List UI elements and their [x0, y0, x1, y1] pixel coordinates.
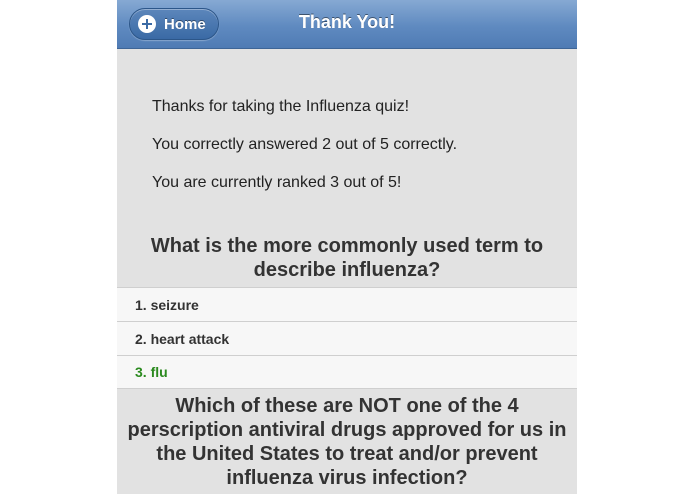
rank-message: You are currently ranked 3 out of 5!	[152, 174, 402, 191]
score-message: You correctly answered 2 out of 5 correc…	[152, 136, 458, 153]
answer-option[interactable]: 2. heart attack	[117, 321, 577, 355]
quiz-screen: Home Thank You! Thanks for taking the In…	[117, 0, 577, 494]
question-heading: What is the more commonly used term to d…	[150, 235, 544, 281]
answer-option-correct[interactable]: 3. flu	[117, 355, 577, 389]
results-summary: Thanks for taking the Influenza quiz! Yo…	[152, 97, 552, 211]
thanks-message: Thanks for taking the Influenza quiz!	[152, 98, 410, 115]
answer-option[interactable]: 1. seizure	[117, 287, 577, 321]
page-title: Thank You!	[298, 12, 396, 32]
header-bar: Home Thank You!	[117, 0, 577, 49]
question-heading: Which of these are NOT one of the 4 pers…	[127, 395, 567, 489]
answer-list: 1. seizure 2. heart attack 3. flu	[117, 287, 577, 389]
